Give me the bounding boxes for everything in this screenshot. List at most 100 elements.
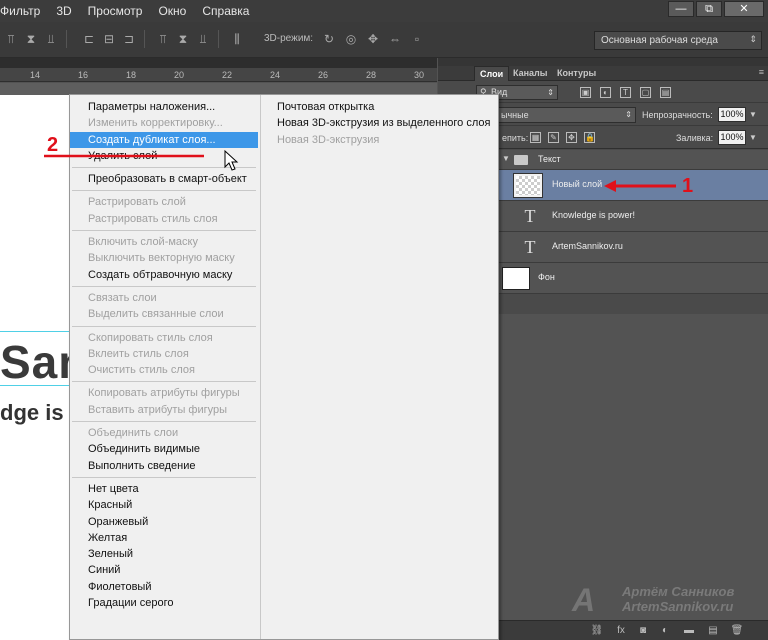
context-menu-item: Изменить корректировку... — [88, 117, 223, 130]
menu-window[interactable]: Окно — [150, 4, 194, 18]
filter-text-icon[interactable]: T — [620, 87, 631, 98]
context-menu-item[interactable]: Синий — [70, 562, 258, 578]
context-menu-item[interactable]: Новая 3D-экструзия из выделенного слоя — [262, 115, 498, 131]
context-menu-item: Скопировать стиль слоя — [88, 331, 213, 344]
chevron-down-icon[interactable]: ▼ — [749, 107, 759, 122]
link-layers-icon[interactable]: ⛓ — [590, 624, 604, 638]
menu-separator — [72, 285, 256, 287]
3d-pan-icon[interactable]: ✥ — [366, 32, 380, 46]
context-menu-item[interactable]: Нет цвета — [70, 481, 258, 497]
fill-label: Заливка: — [676, 133, 714, 143]
guide-line — [0, 331, 70, 332]
context-menu-item[interactable]: Объединить видимые — [70, 441, 258, 457]
3d-rotate-icon[interactable]: ↻ — [322, 32, 336, 46]
tab-layers[interactable]: Слои — [474, 66, 510, 81]
context-menu-item: Выключить векторную маску — [88, 252, 235, 265]
distribute-top-icon[interactable]: ⫪ — [156, 32, 170, 46]
align-right-icon[interactable]: ⊐ — [122, 32, 136, 46]
window-controls: — ⧉ ✕ — [668, 1, 764, 17]
lock-pixels-icon[interactable]: ✎ — [548, 132, 559, 143]
menu-filter[interactable]: Фильтр — [0, 4, 48, 18]
distribute-bottom-icon[interactable]: ⫫ — [196, 32, 210, 46]
layer-name: Фон — [538, 272, 555, 282]
new-layer-icon[interactable]: ▤ — [706, 624, 720, 638]
context-menu-item: Вставить атрибуты фигуры — [88, 403, 228, 416]
tab-channels[interactable]: Каналы — [508, 66, 552, 81]
context-menu-item[interactable]: Фиолетовый — [70, 579, 258, 595]
context-menu-item[interactable]: Красный — [70, 497, 258, 513]
menu-help[interactable]: Справка — [194, 4, 257, 18]
new-group-icon[interactable]: ▬ — [682, 624, 696, 638]
ruler-tick: 26 — [318, 70, 329, 80]
menu-bar: Фильтр 3D Просмотр Окно Справка — ⧉ ✕ — [0, 0, 768, 22]
align-vcenter-icon[interactable]: ⧗ — [24, 32, 38, 46]
align-bottom-icon[interactable]: ⫫ — [44, 32, 58, 46]
fill-input[interactable]: 100% — [718, 130, 746, 145]
context-menu-item: Новая 3D-экструзия — [277, 133, 380, 146]
3d-mode-label: 3D-режим: — [264, 33, 314, 44]
ruler-tick: 22 — [222, 70, 233, 80]
align-hcenter-icon[interactable]: ⊟ — [102, 32, 116, 46]
folder-icon — [514, 155, 528, 165]
workspace-select[interactable]: Основная рабочая среда ⇕ — [594, 31, 762, 50]
panel-menu-icon[interactable]: ≡ — [759, 67, 764, 77]
adjustment-layer-icon[interactable]: ◐ — [658, 624, 672, 638]
context-menu-item: Растрировать стиль слоя — [88, 212, 218, 225]
menu-3d[interactable]: 3D — [48, 4, 79, 18]
context-menu-item: Очистить стиль слоя — [88, 364, 195, 377]
filter-adjust-icon[interactable]: ◐ — [600, 87, 611, 98]
chevron-down-icon[interactable]: ▼ — [749, 130, 759, 145]
lock-transparency-icon[interactable]: ▦ — [530, 132, 541, 143]
context-menu-item[interactable]: Параметры наложения... — [70, 99, 258, 115]
align-left-icon[interactable]: ⊏ — [82, 32, 96, 46]
menu-separator — [72, 476, 256, 478]
distribute-vcenter-icon[interactable]: ⧗ — [176, 32, 190, 46]
context-menu-item[interactable]: Почтовая открытка — [262, 99, 498, 115]
updown-icon: ⇕ — [749, 34, 757, 44]
ruler-tick: 28 — [366, 70, 377, 80]
minimize-button[interactable]: — — [668, 1, 694, 17]
updown-icon: ⇕ — [625, 110, 632, 119]
fx-icon[interactable]: fx — [614, 624, 628, 638]
blend-mode-select[interactable]: ычные ⇕ — [498, 107, 636, 123]
updown-icon: ⇕ — [547, 88, 554, 97]
lock-position-icon[interactable]: ✥ — [566, 132, 577, 143]
blend-mode-label: ычные — [501, 110, 529, 120]
context-menu-item[interactable]: Создать дубликат слоя... — [70, 131, 258, 148]
filter-shape-icon[interactable]: ▢ — [640, 87, 651, 98]
tab-paths[interactable]: Контуры — [552, 66, 601, 81]
restore-button[interactable]: ⧉ — [696, 1, 722, 17]
trash-icon[interactable]: 🗑 — [730, 624, 744, 638]
context-menu-column-3d: Почтовая открытка Новая 3D-экструзия из в… — [262, 99, 498, 148]
add-mask-icon[interactable]: ◙ — [636, 624, 650, 638]
context-menu-item: Выделить связанные слои — [88, 308, 224, 321]
ruler-tick: 14 — [30, 70, 41, 80]
context-menu-item[interactable]: Оранжевый — [70, 514, 258, 530]
auto-align-icon[interactable]: ⫼ — [230, 32, 244, 46]
3d-roll-icon[interactable]: ◎ — [344, 32, 358, 46]
workspace-select-label: Основная рабочая среда — [601, 35, 718, 46]
3d-slide-icon[interactable]: ⇔ — [388, 32, 402, 46]
context-menu-item[interactable]: Выполнить сведение — [70, 458, 258, 474]
context-menu-item[interactable]: Градации серого — [70, 595, 258, 611]
filter-smart-icon[interactable]: ▤ — [660, 87, 671, 98]
filter-pixel-icon[interactable]: ▣ — [580, 87, 591, 98]
expand-triangle-icon[interactable]: ▼ — [502, 154, 510, 163]
context-menu-item[interactable]: Желтая — [70, 530, 258, 546]
context-menu-column-main: Параметры наложения... Изменить корректир… — [70, 99, 258, 611]
layer-name: ArtemSannikov.ru — [552, 241, 623, 251]
context-menu-item[interactable]: Удалить слой — [70, 148, 258, 164]
align-top-icon[interactable]: ⫪ — [4, 32, 18, 46]
lock-all-icon[interactable]: 🔒 — [584, 132, 595, 143]
opacity-input[interactable]: 100% — [718, 107, 746, 122]
menu-separator — [72, 230, 256, 232]
context-menu-item[interactable]: Зеленый — [70, 546, 258, 562]
context-menu-item[interactable]: Преобразовать в смарт-объект — [70, 171, 258, 187]
context-menu-item[interactable]: Создать обтравочную маску — [70, 267, 258, 283]
lock-label: епить: — [502, 133, 529, 143]
panel-tabs: Слои Каналы Контуры ≡ — [438, 66, 768, 81]
3d-scale-icon[interactable]: ▫ — [410, 32, 424, 46]
close-button[interactable]: ✕ — [724, 1, 764, 17]
menu-view[interactable]: Просмотр — [80, 4, 151, 18]
step2-number: 2 — [47, 134, 59, 156]
